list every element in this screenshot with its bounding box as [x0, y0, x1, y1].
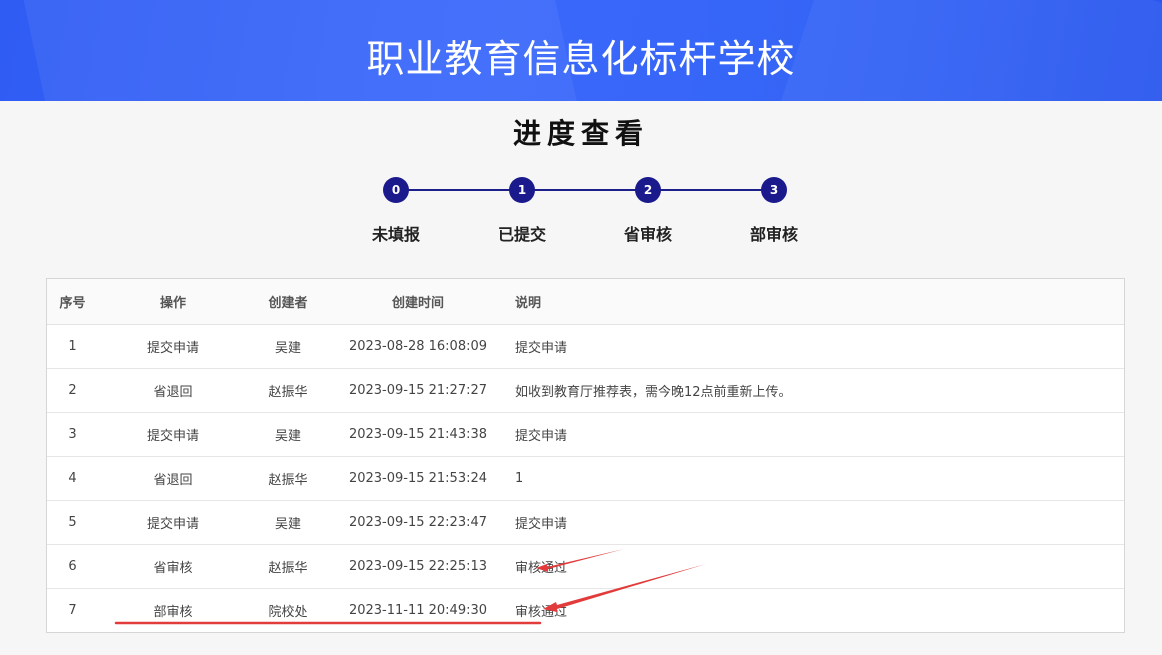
- step-1-marker: 1: [509, 177, 535, 203]
- cell-index: 2: [47, 368, 98, 413]
- cell-created-time: 2023-09-15 22:23:47: [328, 500, 508, 545]
- cell-operation: 部审核: [153, 604, 193, 620]
- table-row: 4 省退回 赵振华 2023-09-15 21:53:24 1: [47, 456, 1124, 501]
- progress-line: [396, 189, 774, 191]
- cell-description: 审核通过: [508, 544, 1124, 589]
- cell-description: 提交申请: [508, 500, 1124, 545]
- site-title: 职业教育信息化标杆学校: [366, 37, 796, 81]
- cell-created-time: 2023-09-15 21:53:24: [328, 456, 508, 501]
- cell-index: 4: [47, 456, 98, 501]
- table-header-row: 序号 操作 创建者 创建时间 说明: [47, 279, 1124, 325]
- step-2-label: 省审核: [623, 225, 672, 244]
- cell-creator: 赵振华: [248, 544, 328, 589]
- cell-description: 提交申请: [508, 324, 1124, 369]
- cell-description: 1: [508, 456, 1124, 501]
- step-2-marker: 2: [635, 177, 661, 203]
- cell-operation: 省退回: [98, 368, 248, 413]
- cell-index: 7: [68, 602, 77, 618]
- cell-operation: 省审核: [98, 544, 248, 589]
- cell-created-time: 2023-08-28 16:08:09: [328, 324, 508, 369]
- table-row: 3 提交申请 吴建 2023-09-15 21:43:38 提交申请: [47, 412, 1124, 457]
- cell-operation: 提交申请: [98, 324, 248, 369]
- cell-description: 审核通过: [515, 604, 568, 620]
- step-3-label: 部审核: [749, 225, 798, 244]
- step-0-marker: 0: [383, 177, 409, 203]
- column-header-operation: 操作: [98, 279, 248, 325]
- cell-creator: 吴建: [248, 412, 328, 457]
- cell-creator: 院校处: [268, 604, 308, 620]
- cell-description: 提交申请: [508, 412, 1124, 457]
- cell-created-time: 2023-11-11 20:49:30: [348, 602, 488, 618]
- column-header-created-time: 创建时间: [328, 279, 508, 325]
- column-header-index: 序号: [47, 279, 98, 325]
- cell-created-time: 2023-09-15 21:27:27: [328, 368, 508, 413]
- cell-index: 1: [47, 324, 98, 369]
- table-row: 1 提交申请 吴建 2023-08-28 16:08:09 提交申请: [47, 324, 1124, 369]
- table-row: 7 部审核 院校处 2023-11-11 20:49:30 审核通过: [47, 588, 1124, 632]
- cell-operation: 提交申请: [98, 500, 248, 545]
- cell-created-time: 2023-09-15 22:25:13: [328, 544, 508, 589]
- column-header-creator: 创建者: [248, 279, 328, 325]
- column-header-description: 说明: [508, 279, 1124, 325]
- cell-index: 3: [47, 412, 98, 457]
- table-row: 6 省审核 赵振华 2023-09-15 22:25:13 审核通过: [47, 544, 1124, 589]
- cell-creator: 吴建: [248, 324, 328, 369]
- step-3-marker: 3: [761, 177, 787, 203]
- cell-operation: 提交申请: [98, 412, 248, 457]
- table-row: 5 提交申请 吴建 2023-09-15 22:23:47 提交申请: [47, 500, 1124, 545]
- cell-index: 5: [47, 500, 98, 545]
- cell-creator: 赵振华: [248, 368, 328, 413]
- cell-creator: 赵振华: [248, 456, 328, 501]
- progress-table: 序号 操作 创建者 创建时间 说明 1 提交申请 吴建 2023-08-28 1…: [46, 278, 1125, 633]
- cell-description: 如收到教育厅推荐表，需今晚12点前重新上传。: [508, 368, 1124, 413]
- cell-created-time: 2023-09-15 21:43:38: [328, 412, 508, 457]
- step-1-label: 已提交: [497, 225, 546, 244]
- cell-creator: 吴建: [248, 500, 328, 545]
- step-0-label: 未填报: [371, 225, 420, 244]
- cell-index: 6: [47, 544, 98, 589]
- table-row: 2 省退回 赵振华 2023-09-15 21:27:27 如收到教育厅推荐表，…: [47, 368, 1124, 413]
- cell-operation: 省退回: [98, 456, 248, 501]
